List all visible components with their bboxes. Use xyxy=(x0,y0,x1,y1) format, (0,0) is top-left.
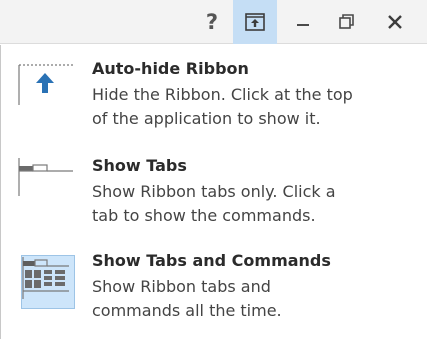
auto-hide-ribbon-desc-line-1: Hide the Ribbon. Click at the top xyxy=(92,85,353,104)
ribbon-display-options-menu: Auto-hide Ribbon Hide the Ribbon. Click … xyxy=(0,45,427,339)
show-tabs-and-commands-title: Show Tabs and Commands xyxy=(92,251,331,270)
show-tabs-icon xyxy=(17,156,79,210)
ribbon-display-options-button[interactable] xyxy=(233,0,277,44)
auto-hide-ribbon-desc-line-2: of the application to show it. xyxy=(92,109,321,128)
auto-hide-ribbon-text: Auto-hide Ribbon Hide the Ribbon. Click … xyxy=(92,59,392,131)
minimize-button[interactable] xyxy=(281,0,325,44)
close-button[interactable] xyxy=(369,0,421,44)
auto-hide-ribbon-description: Hide the Ribbon. Click at the top of the… xyxy=(92,83,392,131)
ribbon-display-options-window: ? Auto-hide Ribbon Hide the Ribbon. Clic… xyxy=(0,0,427,339)
restore-icon xyxy=(339,14,354,29)
menu-item-show-tabs-and-commands[interactable]: Show Tabs and Commands Show Ribbon tabs … xyxy=(17,251,417,323)
close-icon xyxy=(388,15,402,29)
minimize-icon xyxy=(297,24,309,26)
auto-hide-ribbon-title: Auto-hide Ribbon xyxy=(92,59,249,78)
show-tabs-and-commands-desc-line-1: Show Ribbon tabs and xyxy=(92,277,271,296)
auto-hide-ribbon-icon xyxy=(17,59,79,113)
menu-item-auto-hide-ribbon[interactable]: Auto-hide Ribbon Hide the Ribbon. Click … xyxy=(17,59,417,131)
show-tabs-and-commands-icon xyxy=(17,251,79,305)
title-bar: ? xyxy=(0,0,427,44)
help-label: ? xyxy=(205,10,219,34)
show-tabs-desc-line-2: tab to show the commands. xyxy=(92,206,316,225)
show-tabs-and-commands-desc-line-2: commands all the time. xyxy=(92,301,282,320)
show-tabs-and-commands-description: Show Ribbon tabs and commands all the ti… xyxy=(92,275,392,323)
ribbon-display-options-icon xyxy=(245,13,265,31)
restore-button[interactable] xyxy=(325,0,369,44)
menu-item-show-tabs[interactable]: Show Tabs Show Ribbon tabs only. Click a… xyxy=(17,156,417,228)
help-button[interactable]: ? xyxy=(191,0,233,44)
show-tabs-and-commands-text: Show Tabs and Commands Show Ribbon tabs … xyxy=(92,251,392,323)
show-tabs-title: Show Tabs xyxy=(92,156,187,175)
show-tabs-desc-line-1: Show Ribbon tabs only. Click a xyxy=(92,182,336,201)
show-tabs-text: Show Tabs Show Ribbon tabs only. Click a… xyxy=(92,156,392,228)
show-tabs-description: Show Ribbon tabs only. Click a tab to sh… xyxy=(92,180,392,228)
